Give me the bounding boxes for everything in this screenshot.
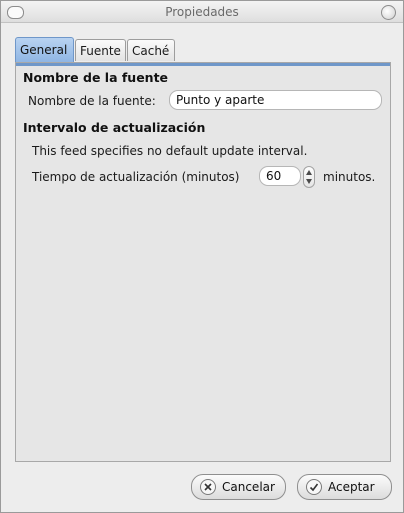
panel-accent-line (16, 63, 390, 66)
properties-dialog: Propiedades General Fuente Caché Nombre … (0, 0, 404, 513)
update-interval-section-title: Intervalo de actualización (23, 120, 206, 135)
cancel-button[interactable]: Cancelar (191, 474, 286, 500)
cancel-button-label: Cancelar (222, 480, 275, 494)
title-bar[interactable]: Propiedades (1, 1, 403, 23)
feed-name-section-title: Nombre de la fuente (23, 70, 169, 85)
window-title: Propiedades (165, 5, 239, 19)
stepper-up-icon[interactable] (306, 170, 312, 175)
update-time-stepper[interactable] (303, 166, 315, 188)
update-time-label: Tiempo de actualización (minutos) (32, 170, 240, 184)
tab-fuente[interactable]: Fuente (75, 39, 126, 61)
tab-cache[interactable]: Caché (127, 39, 175, 61)
general-tab-panel: Nombre de la fuente Nombre de la fuente:… (15, 62, 391, 462)
accept-button-label: Aceptar (328, 480, 375, 494)
tab-general[interactable]: General (15, 37, 74, 63)
no-default-interval-text: This feed specifies no default update in… (32, 144, 308, 158)
stepper-down-icon[interactable] (306, 179, 312, 184)
accept-button[interactable]: Aceptar (297, 474, 392, 500)
window-close-icon[interactable] (381, 5, 396, 20)
minutes-suffix: minutos. (323, 170, 376, 184)
feed-name-input[interactable] (169, 90, 382, 110)
update-time-input[interactable] (259, 166, 301, 186)
feed-name-label: Nombre de la fuente: (28, 94, 156, 108)
check-circle-icon (306, 479, 322, 495)
cancel-circle-x-icon (200, 479, 216, 495)
